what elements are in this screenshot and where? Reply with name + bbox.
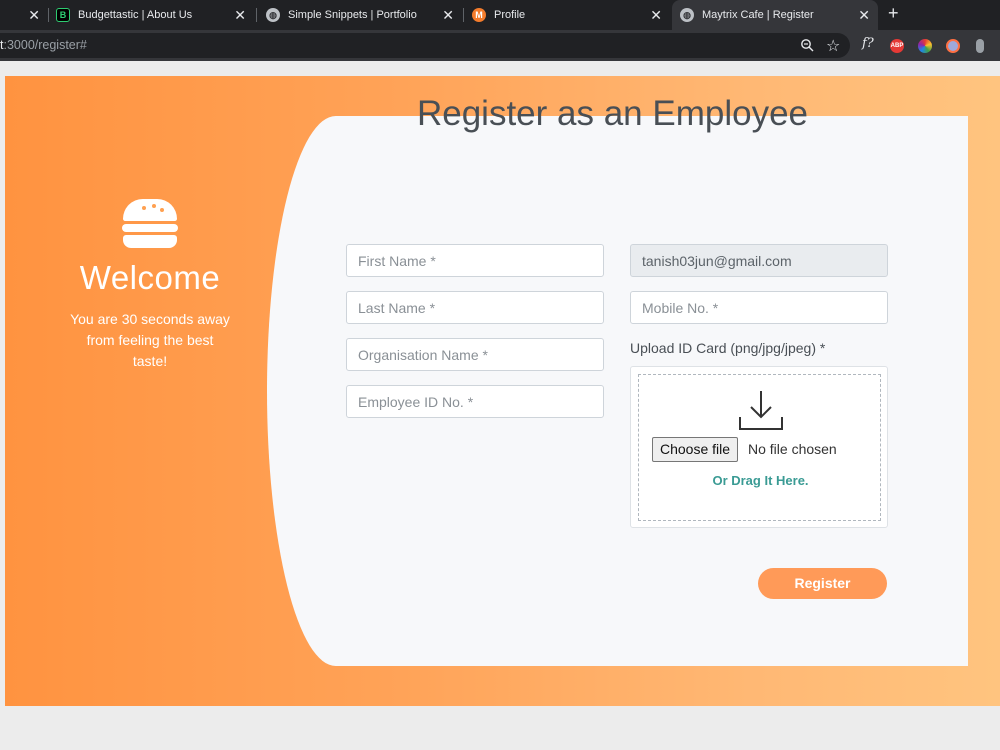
browser-tab-bar: ✕ B Budgettastic | About Us ✕ ◍ Simple S… [0, 0, 1000, 30]
welcome-tagline: You are 30 seconds away from feeling the… [70, 311, 230, 369]
download-icon [739, 391, 783, 430]
no-file-text: No file chosen [748, 441, 837, 457]
upload-label: Upload ID Card (png/jpg/jpeg) * [630, 340, 826, 356]
adblock-icon[interactable]: ABP [890, 39, 904, 53]
tab-budgettastic[interactable]: B Budgettastic | About Us ✕ [56, 0, 254, 30]
mobile-field[interactable]: Mobile No. * [630, 291, 888, 324]
budgettastic-favicon: B [56, 8, 70, 22]
first-name-field[interactable]: First Name * [346, 244, 604, 277]
extension-icon[interactable] [946, 39, 960, 53]
dropzone-border: Choose file No file chosen Or Drag It He… [638, 374, 881, 521]
extension-puzzle-icon[interactable] [976, 39, 984, 53]
choose-file-button[interactable]: Choose file [652, 437, 739, 462]
url-path: :3000/register# [3, 38, 87, 52]
tab-profile[interactable]: M Profile ✕ [472, 0, 670, 30]
upload-dropzone[interactable]: Choose file No file chosen Or Drag It He… [630, 366, 888, 528]
tab-simple-snippets[interactable]: ◍ Simple Snippets | Portfolio ✕ [266, 0, 462, 30]
color-picker-icon[interactable] [918, 39, 932, 53]
globe-icon: ◍ [266, 8, 280, 22]
last-name-field[interactable]: Last Name * [346, 291, 604, 324]
welcome-heading: Welcome [79, 259, 221, 296]
email-field[interactable]: tanish03jun@gmail.com [630, 244, 888, 277]
tab-label: Budgettastic | About Us [78, 9, 193, 21]
welcome-panel: Welcome You are 30 seconds away from fee… [50, 199, 250, 372]
close-icon[interactable]: ✕ [234, 7, 246, 24]
page-title: Register as an Employee [416, 94, 809, 133]
tab-label: Profile [494, 9, 526, 21]
register-button[interactable]: Register [758, 568, 887, 599]
close-icon[interactable]: ✕ [442, 7, 454, 24]
close-icon[interactable]: ✕ [858, 7, 870, 24]
url-text[interactable]: t:3000/register# [0, 38, 87, 52]
f-extension-icon[interactable]: f? [862, 36, 874, 51]
tab-partial[interactable]: ✕ [0, 0, 48, 30]
tab-separator [256, 8, 257, 22]
profile-favicon: M [472, 8, 486, 22]
tab-label: Maytrix Cafe | Register [702, 9, 814, 21]
tab-separator [463, 8, 464, 22]
close-icon[interactable]: ✕ [28, 7, 40, 24]
burger-icon [122, 199, 178, 249]
drag-here-link[interactable]: Or Drag It Here. [639, 473, 882, 488]
globe-icon: ◍ [680, 8, 694, 22]
new-tab-icon[interactable]: + [888, 3, 899, 24]
address-bar: t:3000/register# ☆ f? ABP [0, 30, 1000, 61]
zoom-icon[interactable] [800, 38, 814, 56]
url-box[interactable]: t:3000/register# ☆ [0, 33, 850, 58]
tab-register[interactable]: ◍ Maytrix Cafe | Register ✕ [672, 0, 878, 30]
tab-label: Simple Snippets | Portfolio [288, 9, 417, 21]
close-icon[interactable]: ✕ [650, 7, 662, 24]
organisation-field[interactable]: Organisation Name * [346, 338, 604, 371]
tab-separator [48, 8, 49, 22]
employee-id-field[interactable]: Employee ID No. * [346, 385, 604, 418]
star-icon[interactable]: ☆ [826, 36, 840, 55]
